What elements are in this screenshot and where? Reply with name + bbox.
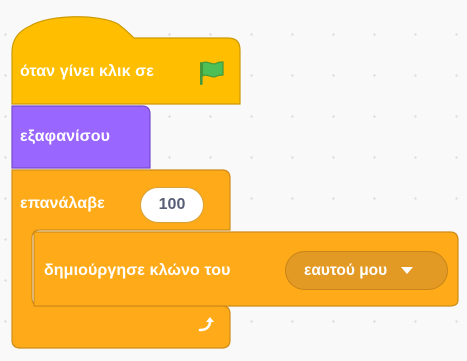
loop-arrow-icon [198, 317, 214, 332]
green-flag-icon[interactable] [196, 59, 226, 87]
caret-down-icon [401, 267, 414, 274]
repeat-count-input[interactable]: 100 [140, 187, 204, 223]
repeat-block-label: επανάλαβε [20, 195, 105, 212]
hide-block-label: εξαφανίσου [20, 128, 111, 145]
hat-block-label: όταν γίνει κλικ σε [20, 63, 154, 80]
repeat-count-value: 100 [158, 196, 186, 213]
code-workspace[interactable]: όταν γίνει κλικ σε εξαφανίσου επανάλαβε … [0, 0, 467, 361]
block-stack [11, 16, 459, 349]
create-clone-block-label: δημιούργησε κλώνο του [44, 262, 231, 279]
clone-target-value: εαυτού μου [304, 261, 388, 279]
clone-target-dropdown[interactable]: εαυτού μου [285, 251, 448, 290]
